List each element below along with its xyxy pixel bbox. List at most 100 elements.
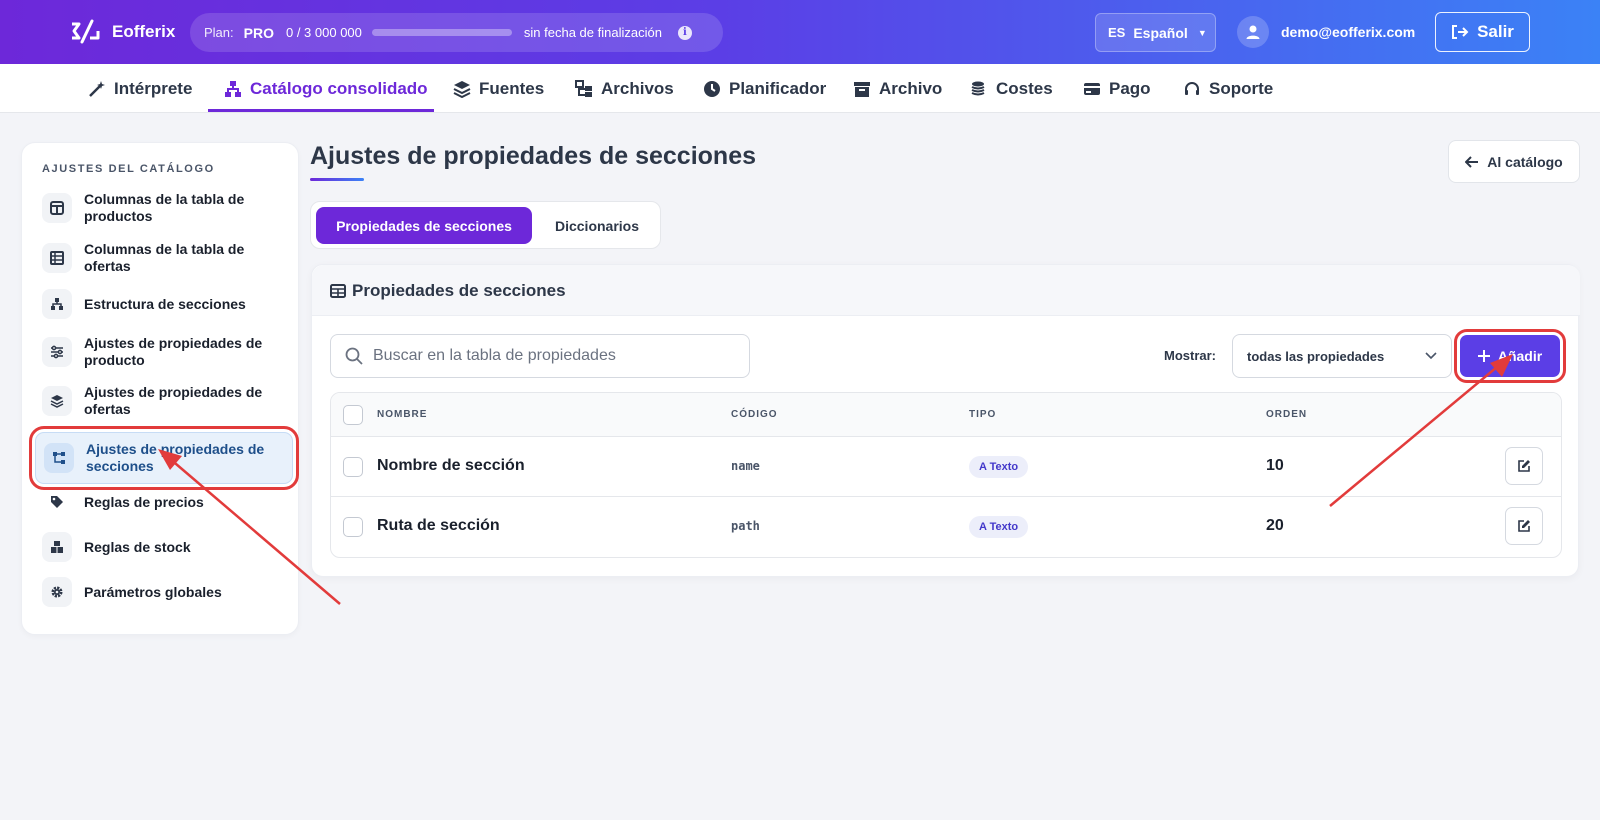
coins-icon bbox=[971, 81, 985, 95]
search-input[interactable] bbox=[373, 347, 733, 365]
property-order: 10 bbox=[1266, 457, 1284, 474]
sidebar-item-product-properties[interactable]: Ajustes de propiedades de producto bbox=[42, 335, 288, 369]
app-logo[interactable]: Eofferix bbox=[70, 18, 175, 46]
sidebar-item-global-params[interactable]: Parámetros globales bbox=[42, 577, 288, 607]
sidebar-item-section-structure[interactable]: Estructura de secciones bbox=[42, 289, 288, 319]
language-name: Español bbox=[1133, 24, 1188, 41]
table-row: Ruta de sección path A Texto 20 bbox=[331, 497, 1561, 557]
clock-icon bbox=[704, 80, 720, 97]
arrow-left-icon bbox=[1465, 155, 1479, 168]
plan-label: Plan: bbox=[204, 25, 234, 40]
nav-label: Soporte bbox=[1209, 78, 1274, 98]
edit-button[interactable] bbox=[1505, 507, 1543, 545]
sidebar-item-label: Columnas de la tabla de productos bbox=[84, 191, 245, 224]
type-badge: A Texto bbox=[969, 516, 1029, 538]
nav-label: Planificador bbox=[729, 78, 827, 98]
plan-usage-pill: Plan: PRO 0 / 3 000 000 sin fecha de fin… bbox=[190, 13, 723, 52]
column-header-type[interactable]: TIPO bbox=[969, 409, 996, 420]
tags-icon bbox=[42, 487, 72, 517]
user-email: demo@eofferix.com bbox=[1281, 24, 1416, 40]
select-all-checkbox[interactable] bbox=[343, 405, 363, 425]
column-header-name[interactable]: NOMBRE bbox=[377, 409, 427, 420]
magic-wand-icon bbox=[89, 80, 105, 97]
nav-item-planificador[interactable]: Planificador bbox=[703, 64, 826, 113]
card-header: Propiedades de secciones bbox=[312, 265, 1580, 316]
info-icon[interactable]: i bbox=[677, 25, 692, 40]
sidebar-item-label: Ajustes de propiedades de ofertas bbox=[84, 384, 263, 417]
nav-item-archivo[interactable]: Archivo bbox=[853, 64, 942, 113]
table-list-icon bbox=[42, 243, 72, 273]
nav-item-pago[interactable]: Pago bbox=[1083, 64, 1151, 113]
nav-item-catalogo[interactable]: Catálogo consolidado bbox=[224, 64, 428, 113]
property-name: Nombre de sección bbox=[377, 457, 525, 474]
caret-down-icon: ▼ bbox=[1197, 27, 1207, 38]
nav-item-fuentes[interactable]: Fuentes bbox=[453, 64, 544, 113]
nav-label: Intérprete bbox=[114, 78, 193, 98]
nav-label: Archivos bbox=[601, 78, 674, 98]
sidebar-item-price-rules[interactable]: Reglas de precios bbox=[42, 487, 288, 517]
add-property-button[interactable]: Añadir bbox=[1454, 329, 1566, 383]
edit-button[interactable] bbox=[1505, 447, 1543, 485]
hierarchy-icon bbox=[42, 289, 72, 319]
nav-item-interprete[interactable]: Intérprete bbox=[88, 64, 192, 113]
logout-label: Salir bbox=[1477, 22, 1514, 41]
sidebar-item-label: Reglas de stock bbox=[84, 538, 191, 555]
sidebar-title: AJUSTES DEL CATÁLOGO bbox=[42, 163, 215, 175]
sidebar-item-label: Estructura de secciones bbox=[84, 295, 246, 312]
show-filter-select[interactable]: todas las propiedades bbox=[1232, 334, 1452, 378]
table-row: Nombre de sección name A Texto 10 bbox=[331, 437, 1561, 497]
archive-icon bbox=[854, 81, 870, 97]
folder-tree-icon bbox=[575, 79, 592, 97]
back-button-label: Al catálogo bbox=[1487, 153, 1563, 170]
main-nav: Intérprete Catálogo consolidado Fuentes … bbox=[0, 64, 1600, 113]
tab-dictionaries[interactable]: Diccionarios bbox=[537, 207, 657, 244]
headset-icon bbox=[1185, 81, 1199, 95]
edit-icon bbox=[1518, 520, 1530, 532]
row-checkbox[interactable] bbox=[343, 457, 363, 477]
sidebar-item-product-columns[interactable]: Columnas de la tabla de productos bbox=[42, 191, 288, 225]
nav-item-soporte[interactable]: Soporte bbox=[1183, 64, 1273, 113]
type-badge: A Texto bbox=[969, 456, 1029, 478]
properties-table: NOMBRE CÓDIGO TIPO ORDEN Nombre de secci… bbox=[330, 392, 1562, 558]
plus-icon bbox=[1477, 350, 1490, 362]
logo-icon bbox=[72, 19, 100, 44]
title-underline bbox=[310, 178, 364, 181]
sidebar-item-label: Reglas de precios bbox=[84, 493, 204, 510]
logout-button[interactable]: Salir bbox=[1435, 12, 1530, 52]
sidebar-item-offer-properties[interactable]: Ajustes de propiedades de ofertas bbox=[42, 384, 288, 418]
gear-icon bbox=[42, 577, 72, 607]
table-header: NOMBRE CÓDIGO TIPO ORDEN bbox=[331, 393, 1561, 437]
layers-icon bbox=[42, 386, 72, 416]
property-name: Ruta de sección bbox=[377, 517, 500, 534]
property-order: 20 bbox=[1266, 517, 1284, 534]
avatar bbox=[1237, 16, 1269, 48]
nav-active-indicator bbox=[208, 109, 434, 112]
sidebar-item-label: Ajustes de propiedades de producto bbox=[84, 335, 263, 368]
sidebar-item-section-properties[interactable]: Ajustes de propiedades de secciones bbox=[29, 426, 299, 490]
nav-label: Archivo bbox=[879, 78, 943, 98]
column-header-code[interactable]: CÓDIGO bbox=[731, 409, 778, 420]
tabs: Propiedades de secciones Diccionarios bbox=[310, 201, 661, 249]
sign-out-icon bbox=[1452, 25, 1469, 39]
sidebar-item-label: Columnas de la tabla de ofertas bbox=[84, 241, 245, 274]
nav-item-archivos[interactable]: Archivos bbox=[575, 64, 674, 113]
card-title: Propiedades de secciones bbox=[330, 281, 566, 301]
nav-item-costes[interactable]: Costes bbox=[970, 64, 1053, 113]
column-header-order[interactable]: ORDEN bbox=[1266, 409, 1307, 420]
back-to-catalog-button[interactable]: Al catálogo bbox=[1448, 140, 1580, 183]
language-code: ES bbox=[1108, 25, 1126, 40]
user-menu[interactable]: demo@eofferix.com bbox=[1237, 16, 1415, 48]
tab-section-properties[interactable]: Propiedades de secciones bbox=[316, 207, 532, 244]
sidebar-item-stock-rules[interactable]: Reglas de stock bbox=[42, 532, 288, 562]
nav-label: Costes bbox=[996, 78, 1053, 98]
row-checkbox[interactable] bbox=[343, 517, 363, 537]
property-code: path bbox=[731, 519, 760, 533]
sitemap-icon bbox=[225, 80, 241, 97]
layers-icon bbox=[453, 80, 471, 98]
language-selector[interactable]: ES Español ▼ bbox=[1095, 13, 1216, 52]
show-filter-value: todas las propiedades bbox=[1247, 348, 1385, 364]
table-icon bbox=[330, 284, 346, 298]
sidebar-item-offer-columns[interactable]: Columnas de la tabla de ofertas bbox=[42, 241, 288, 275]
sidebar-item-label: Parámetros globales bbox=[84, 583, 222, 600]
plan-end-date: sin fecha de finalización bbox=[523, 25, 662, 40]
